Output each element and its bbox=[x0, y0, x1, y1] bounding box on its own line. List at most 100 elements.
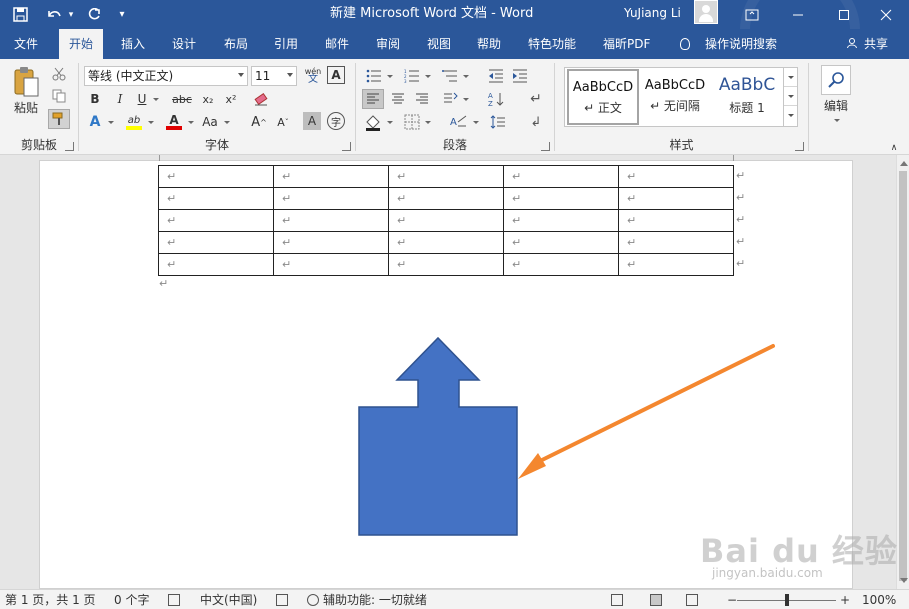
vertical-scrollbar[interactable] bbox=[896, 155, 909, 589]
multilevel-list-icon[interactable] bbox=[440, 67, 460, 85]
zoom-out-icon[interactable]: − bbox=[727, 590, 737, 609]
orange-arrow-head[interactable] bbox=[518, 453, 546, 479]
accessibility-status[interactable]: 辅助功能: 一切就绪 bbox=[323, 590, 427, 609]
print-layout-icon[interactable] bbox=[650, 594, 662, 606]
bold-button[interactable]: B bbox=[85, 89, 105, 109]
font-size-combo[interactable]: 11 bbox=[251, 66, 297, 86]
proofing-icon[interactable] bbox=[168, 594, 180, 606]
bullets-icon[interactable] bbox=[364, 67, 384, 85]
superscript-button[interactable]: x² bbox=[220, 89, 242, 109]
gallery-up-icon[interactable] bbox=[784, 68, 797, 87]
line-spacing-icon[interactable] bbox=[488, 112, 508, 132]
tab-special-features[interactable]: 特色功能 bbox=[528, 29, 576, 59]
gallery-down-icon[interactable] bbox=[784, 87, 797, 106]
tab-home[interactable]: 开始 bbox=[59, 29, 104, 59]
zoom-slider-thumb[interactable] bbox=[785, 594, 789, 606]
document-page[interactable]: ↵ ↵ ↵ ↵ ↵ ↵ ↵ ↵ ↵ ↵ ↵ ↵ ↵ ↵ ↵ ↵ ↵ ↵ ↵ ↵ ↵ ↵ ↵ ↵ ↵ ↵ ↵ ↵ ↵ ↵ ↵ bbox=[39, 160, 853, 589]
maximize-icon[interactable] bbox=[821, 0, 867, 29]
close-icon[interactable] bbox=[863, 0, 909, 29]
font-name-combo[interactable]: 等线 (中文正文) bbox=[84, 66, 248, 86]
share-button[interactable]: 共享 bbox=[864, 29, 888, 59]
editing-group[interactable]: 编辑 bbox=[809, 59, 869, 155]
italic-button[interactable]: I bbox=[110, 89, 130, 109]
subscript-button[interactable]: x₂ bbox=[197, 89, 219, 109]
style-no-spacing[interactable]: AaBbCcD ↵ 无间隔 bbox=[639, 69, 711, 125]
accessibility-icon[interactable] bbox=[307, 594, 319, 606]
user-name[interactable]: YuJiang Li bbox=[624, 0, 681, 29]
word-count[interactable]: 0 个字 bbox=[114, 590, 149, 609]
clipboard-dialog-launcher-icon[interactable] bbox=[65, 142, 74, 151]
macro-recording-icon[interactable] bbox=[276, 594, 288, 606]
font-color-icon[interactable]: A bbox=[163, 111, 185, 133]
tab-insert[interactable]: 插入 bbox=[121, 29, 145, 59]
multilevel-list-dropdown-icon[interactable] bbox=[460, 67, 470, 85]
paragraph-dialog-launcher-icon[interactable] bbox=[541, 142, 550, 151]
tab-layout[interactable]: 布局 bbox=[224, 29, 248, 59]
redo-icon[interactable] bbox=[82, 0, 106, 29]
chinese-layout-dropdown-icon[interactable] bbox=[470, 112, 480, 132]
phonetic-guide-icon[interactable]: wén 文 bbox=[303, 66, 323, 86]
underline-button[interactable]: U bbox=[134, 89, 150, 109]
text-effects-dropdown-icon[interactable] bbox=[105, 112, 115, 132]
scroll-up-icon[interactable] bbox=[900, 161, 908, 166]
shading-icon[interactable] bbox=[362, 112, 384, 132]
tab-design[interactable]: 设计 bbox=[172, 29, 196, 59]
decrease-indent-icon[interactable] bbox=[486, 67, 506, 85]
highlight-icon[interactable]: ab bbox=[123, 111, 145, 133]
zoom-in-icon[interactable]: + bbox=[840, 590, 850, 609]
character-border-icon[interactable]: A bbox=[327, 66, 345, 84]
numbering-dropdown-icon[interactable] bbox=[422, 67, 432, 85]
format-painter-icon[interactable] bbox=[48, 109, 70, 129]
scroll-thumb[interactable] bbox=[899, 171, 907, 581]
collapse-ribbon-icon[interactable]: ∧ bbox=[888, 143, 900, 153]
paragraph-mark-toggle-icon[interactable]: ↲ bbox=[526, 112, 546, 132]
orange-arrow[interactable] bbox=[538, 344, 775, 463]
increase-indent-icon[interactable] bbox=[510, 67, 530, 85]
paste-button-label[interactable]: 粘贴 bbox=[6, 99, 46, 115]
change-case-button[interactable]: Aa bbox=[199, 112, 221, 132]
minimize-icon[interactable] bbox=[775, 0, 821, 29]
font-dialog-launcher-icon[interactable] bbox=[342, 142, 351, 151]
tab-mailings[interactable]: 邮件 bbox=[325, 29, 349, 59]
highlight-dropdown-icon[interactable] bbox=[145, 112, 155, 132]
clear-formatting-icon[interactable] bbox=[251, 89, 271, 109]
font-color-dropdown-icon[interactable] bbox=[185, 112, 195, 132]
paste-icon[interactable] bbox=[10, 65, 42, 99]
tell-me-search[interactable]: 操作说明搜索 bbox=[705, 29, 777, 59]
gallery-more-icon[interactable] bbox=[784, 106, 797, 125]
asian-layout-icon[interactable] bbox=[440, 89, 460, 109]
sort-icon[interactable]: AZ bbox=[486, 89, 506, 109]
ribbon-display-options-icon[interactable] bbox=[729, 0, 775, 29]
character-shading-button[interactable]: A bbox=[303, 112, 321, 130]
editing-label[interactable]: 编辑 bbox=[815, 97, 857, 113]
page-count[interactable]: 第 1 页，共 1 页 bbox=[5, 590, 96, 609]
asian-layout-dropdown-icon[interactable] bbox=[460, 89, 470, 109]
zoom-level[interactable]: 100% bbox=[862, 590, 896, 609]
text-effects-icon[interactable]: A bbox=[85, 112, 105, 132]
save-icon[interactable] bbox=[8, 0, 32, 29]
chinese-layout-icon[interactable]: A bbox=[448, 112, 470, 132]
underline-dropdown-icon[interactable] bbox=[150, 89, 160, 109]
borders-icon[interactable] bbox=[402, 112, 422, 132]
styles-dialog-launcher-icon[interactable] bbox=[795, 142, 804, 151]
style-heading-1[interactable]: AaBbC 标题 1 bbox=[711, 69, 783, 125]
align-center-icon[interactable] bbox=[388, 89, 408, 109]
show-hide-marks-icon[interactable]: ↵ bbox=[526, 89, 546, 109]
cut-icon[interactable] bbox=[50, 65, 68, 83]
copy-icon[interactable] bbox=[50, 87, 68, 105]
shading-dropdown-icon[interactable] bbox=[384, 112, 394, 132]
align-right-icon[interactable] bbox=[412, 89, 432, 109]
editing-dropdown-icon[interactable] bbox=[831, 115, 841, 125]
grow-font-button[interactable]: A ^ bbox=[249, 112, 269, 132]
read-mode-icon[interactable] bbox=[611, 594, 623, 606]
document-area[interactable]: ↵ ↵ ↵ ↵ ↵ ↵ ↵ ↵ ↵ ↵ ↵ ↵ ↵ ↵ ↵ ↵ ↵ ↵ ↵ ↵ ↵ ↵ ↵ ↵ ↵ ↵ ↵ ↵ ↵ ↵ ↵ bbox=[0, 155, 909, 589]
numbering-icon[interactable]: 123 bbox=[402, 67, 422, 85]
tab-review[interactable]: 审阅 bbox=[376, 29, 400, 59]
undo-dropdown-icon[interactable]: ▾ bbox=[66, 0, 76, 29]
up-arrow-shape[interactable] bbox=[358, 336, 518, 536]
find-icon[interactable] bbox=[821, 65, 851, 95]
style-normal[interactable]: AaBbCcD ↵ 正文 bbox=[567, 69, 639, 125]
avatar[interactable] bbox=[694, 0, 718, 24]
bullets-dropdown-icon[interactable] bbox=[384, 67, 394, 85]
scroll-down-icon[interactable] bbox=[900, 578, 908, 583]
